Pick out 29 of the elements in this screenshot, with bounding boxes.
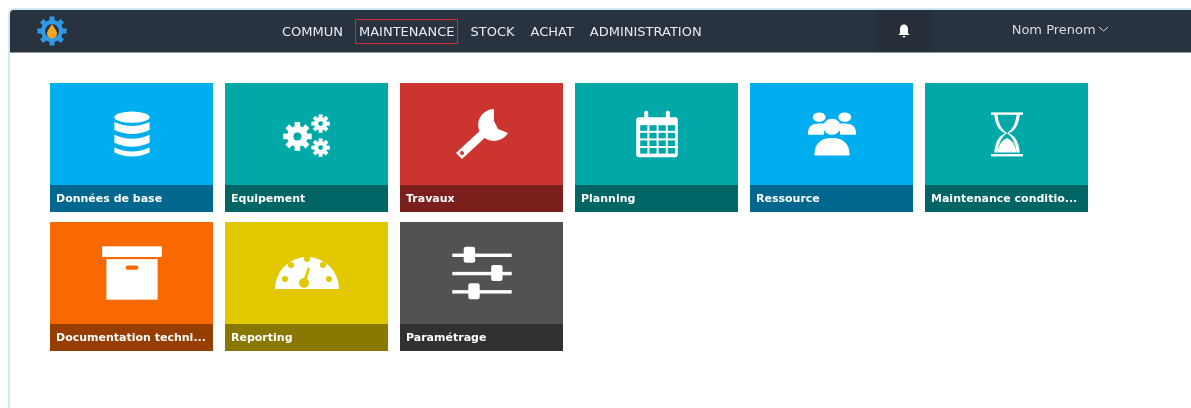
tile-label: Paramétrage xyxy=(400,324,563,351)
module-tile[interactable]: Paramétrage xyxy=(400,222,563,351)
menu-tab[interactable]: ACHAT xyxy=(526,18,578,44)
tile-label: Ressource xyxy=(750,185,913,212)
tile-label: Reporting xyxy=(225,324,388,351)
menu-tab[interactable]: MAINTENANCE xyxy=(355,18,459,44)
module-tile[interactable]: Planning xyxy=(575,83,738,212)
module-tile[interactable]: Maintenance conditio... xyxy=(925,83,1088,212)
tile-label: Travaux xyxy=(400,185,563,212)
menu-tab[interactable]: STOCK xyxy=(466,18,519,44)
tile-label: Documentation techni... xyxy=(50,324,213,351)
notification-button[interactable] xyxy=(875,10,932,52)
module-tile[interactable]: Travaux xyxy=(400,83,563,212)
menu-tab[interactable]: COMMUN xyxy=(278,18,347,44)
tile-label: Données de base xyxy=(50,185,213,212)
tile-label: Equipement xyxy=(225,185,388,212)
sliders-icon xyxy=(449,244,514,302)
module-tile[interactable]: Reporting xyxy=(225,222,388,351)
caret-icon xyxy=(1097,25,1109,33)
module-tile[interactable]: Ressource xyxy=(750,83,913,212)
gauge-icon xyxy=(272,255,341,291)
tile-label: Maintenance conditio... xyxy=(925,185,1088,212)
module-tile[interactable]: Documentation techni... xyxy=(50,222,213,351)
archive-box-icon xyxy=(99,244,164,302)
menu-tab[interactable]: ADMINISTRATION xyxy=(585,18,706,44)
tile-label: Planning xyxy=(575,185,738,212)
module-tile[interactable]: Equipement xyxy=(225,83,388,212)
module-tile[interactable]: Données de base xyxy=(50,83,213,212)
user-menu[interactable]: Nom Prenom xyxy=(1011,21,1109,37)
